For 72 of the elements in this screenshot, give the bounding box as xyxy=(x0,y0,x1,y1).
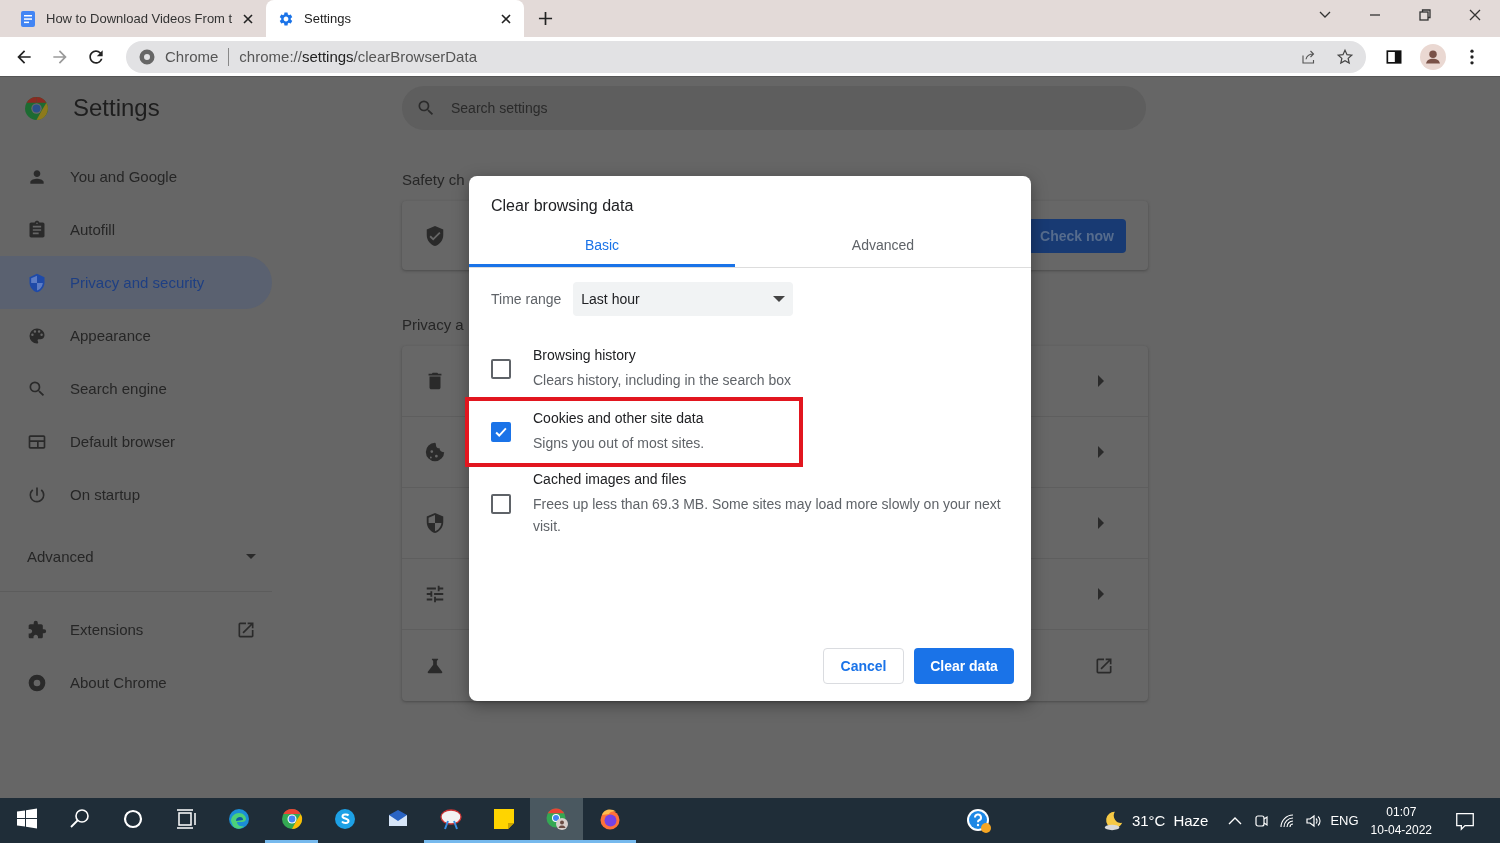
option-title: Cookies and other site data xyxy=(533,410,705,426)
temperature: 31°C xyxy=(1131,812,1166,829)
speaker-icon[interactable] xyxy=(1305,812,1322,829)
new-tab-icon[interactable] xyxy=(538,11,553,26)
option-description: Clears history, including in the search box xyxy=(533,371,793,390)
chrome-logo-icon xyxy=(24,95,49,121)
windows-icon xyxy=(14,807,39,831)
close-icon[interactable] xyxy=(500,12,512,25)
site-label: Chrome xyxy=(165,48,219,65)
profile-avatar-icon[interactable] xyxy=(1420,43,1446,70)
shield-check-icon xyxy=(424,224,446,247)
gear-icon xyxy=(278,10,294,27)
address-bar[interactable]: Chrome chrome://settings/clearBrowserData xyxy=(126,40,1366,73)
restore-icon[interactable] xyxy=(1418,8,1432,22)
option-title: Browsing history xyxy=(533,347,637,363)
help-icon[interactable] xyxy=(965,807,992,834)
checkbox[interactable] xyxy=(491,359,511,379)
checkbox[interactable] xyxy=(491,422,511,442)
star-icon[interactable] xyxy=(1336,47,1354,66)
clear-data-button[interactable]: Clear data xyxy=(914,648,1014,684)
clipboard-icon xyxy=(27,219,47,240)
chrome-icon xyxy=(138,47,156,66)
option-title: Cached images and files xyxy=(533,471,688,487)
clock-date[interactable]: 10-04-2022 xyxy=(1370,822,1432,837)
language-indicator[interactable]: ENG xyxy=(1330,813,1359,828)
skype-icon xyxy=(332,807,357,831)
edge-icon xyxy=(226,807,251,831)
close-icon[interactable] xyxy=(242,12,255,25)
page-title: Settings xyxy=(73,94,160,122)
browser-tab[interactable]: Settings xyxy=(266,0,524,37)
cancel-button[interactable]: Cancel xyxy=(823,648,904,684)
arrow-right-icon xyxy=(1098,446,1104,458)
camera-icon[interactable] xyxy=(1253,812,1270,829)
chrome-icon xyxy=(279,807,304,831)
checkbox[interactable] xyxy=(491,494,511,514)
nav-item[interactable]: About Chrome xyxy=(0,656,272,709)
close-icon[interactable] xyxy=(1468,8,1482,22)
sticky-note-icon xyxy=(491,807,516,831)
option-description: Frees up less than 69.3 MB. Some sites may load more slowly on your next visit. xyxy=(533,495,1002,536)
chrome-icon xyxy=(544,807,569,831)
weather-text: Haze xyxy=(1173,812,1209,829)
browser-tab[interactable]: How to Download Videos From t xyxy=(8,0,266,37)
option-description: Signs you out of most sites. xyxy=(533,434,706,453)
dialog-tab[interactable]: Advanced xyxy=(735,227,1031,267)
advanced-section[interactable]: Advanced xyxy=(0,521,272,591)
shield-icon xyxy=(424,512,446,534)
sliders-icon xyxy=(424,583,446,605)
arrow-right-icon xyxy=(1098,517,1104,529)
dialog-tab[interactable]: Basic xyxy=(469,227,735,267)
caret-icon xyxy=(773,295,786,303)
nav-item[interactable]: On startup xyxy=(0,468,272,521)
chrome-icon xyxy=(27,672,47,693)
arrow-right-icon xyxy=(1098,588,1104,600)
section-heading: Safety ch xyxy=(402,171,466,190)
nav-item[interactable]: Extensions xyxy=(0,603,272,656)
nav-item[interactable]: Search engine xyxy=(0,362,272,415)
dialog-title: Clear browsing data xyxy=(490,196,635,216)
url-text: chrome://settings/clearBrowserData xyxy=(239,48,477,65)
nav-item[interactable]: Default browser xyxy=(0,415,272,468)
nav-item[interactable]: Autofill xyxy=(0,203,272,256)
section-heading: Privacy a xyxy=(402,316,465,335)
time-range-label: Time range xyxy=(491,291,562,307)
document-icon xyxy=(20,10,36,27)
wifi-icon[interactable] xyxy=(1279,812,1296,829)
shield-icon xyxy=(27,272,47,293)
puzzle-icon xyxy=(27,619,47,640)
arrow-right-icon xyxy=(1098,375,1104,387)
time-range-dropdown[interactable]: Last hour xyxy=(573,282,794,316)
nav-item[interactable]: Appearance xyxy=(0,309,272,362)
nav-item[interactable]: You and Google xyxy=(0,150,272,203)
clock-time[interactable]: 01:07 xyxy=(1386,804,1417,819)
cookie-icon xyxy=(424,441,446,463)
